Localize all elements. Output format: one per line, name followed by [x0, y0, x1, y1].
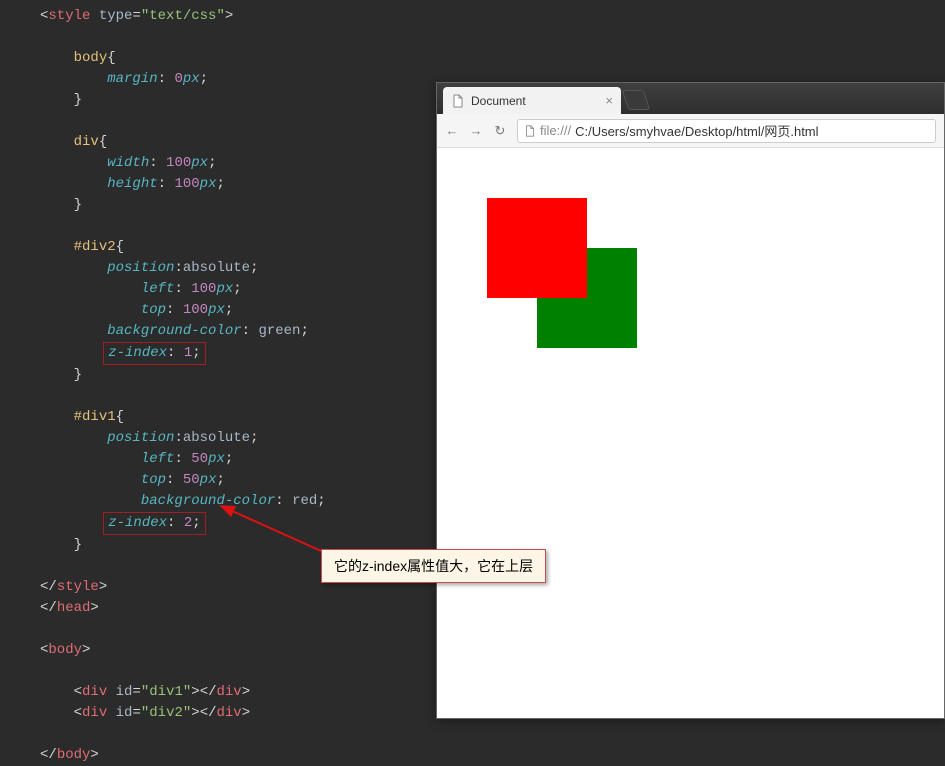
- highlight-zindex-1: z-index: 1;: [103, 342, 205, 365]
- highlight-zindex-2: z-index: 2;: [103, 512, 205, 535]
- tab-title: Document: [471, 94, 526, 108]
- close-icon[interactable]: ×: [605, 93, 613, 108]
- browser-window: Document × ← → ↻ file:/// C:/Users/smyhva…: [436, 82, 945, 719]
- url-scheme: file:///: [540, 123, 571, 138]
- rendered-page: [437, 148, 944, 718]
- page-icon: [451, 94, 465, 108]
- back-button[interactable]: ←: [445, 123, 459, 138]
- browser-titlebar: Document ×: [437, 83, 944, 114]
- red-box-div1: [487, 198, 587, 298]
- new-tab-button[interactable]: [622, 90, 650, 110]
- annotation-text: 它的z-index属性值大，它在上层: [334, 558, 533, 574]
- url-path: C:/Users/smyhvae/Desktop/html/网页.html: [575, 121, 818, 140]
- page-icon: [524, 125, 536, 137]
- url-field[interactable]: file:/// C:/Users/smyhvae/Desktop/html/网页…: [517, 119, 936, 143]
- annotation-callout: 它的z-index属性值大，它在上层: [321, 549, 546, 583]
- reload-button[interactable]: ↻: [493, 123, 507, 139]
- forward-button[interactable]: →: [469, 123, 483, 138]
- browser-tab[interactable]: Document ×: [443, 87, 621, 114]
- address-bar: ← → ↻ file:/// C:/Users/smyhvae/Desktop/h…: [437, 114, 944, 148]
